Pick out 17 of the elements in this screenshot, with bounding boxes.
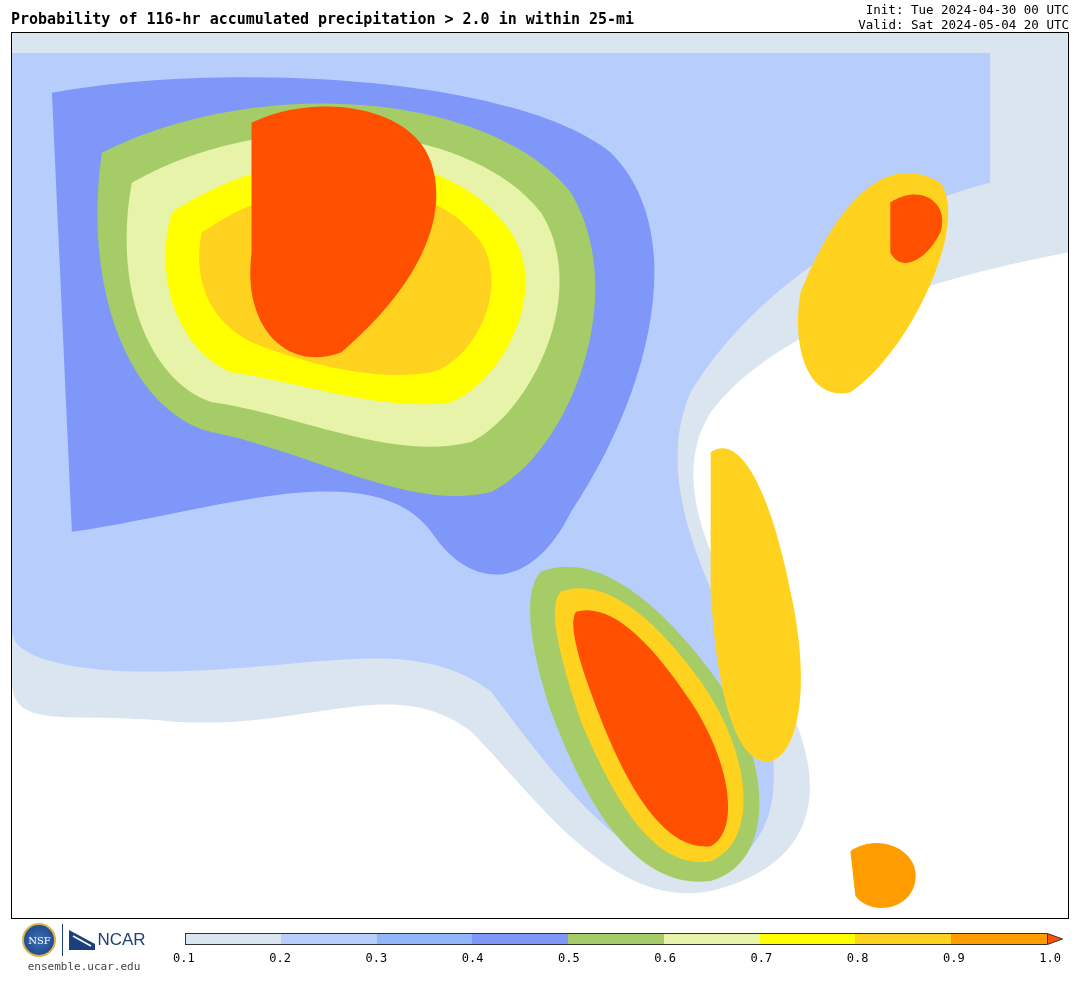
chart-title: Probability of 116-hr accumulated precipitation > 2.0 in within 25-mi: [11, 10, 635, 30]
init-time: Init: Tue 2024-04-30 00 UTC: [865, 2, 1069, 17]
tick-label: 1.0: [1039, 951, 1061, 965]
site-url: ensemble.ucar.edu: [27, 960, 141, 973]
tick-label: 0.5: [558, 951, 580, 965]
tick-label: 0.1: [173, 951, 195, 965]
tick-label: 0.6: [654, 951, 676, 965]
tick-label: 0.7: [750, 951, 773, 965]
ncar-logo-icon: [69, 930, 96, 950]
ncar-logo-text: NCAR: [97, 930, 146, 950]
tick-label: 0.2: [269, 951, 291, 965]
tick-label: 0.8: [846, 951, 869, 965]
nsf-logo: NSF: [22, 923, 57, 957]
tick-label: 0.3: [365, 951, 388, 965]
tick-label: 0.9: [943, 951, 965, 965]
tick-label: 0.4: [461, 951, 484, 965]
valid-time: Valid: Sat 2024-05-04 20 UTC: [858, 17, 1069, 32]
